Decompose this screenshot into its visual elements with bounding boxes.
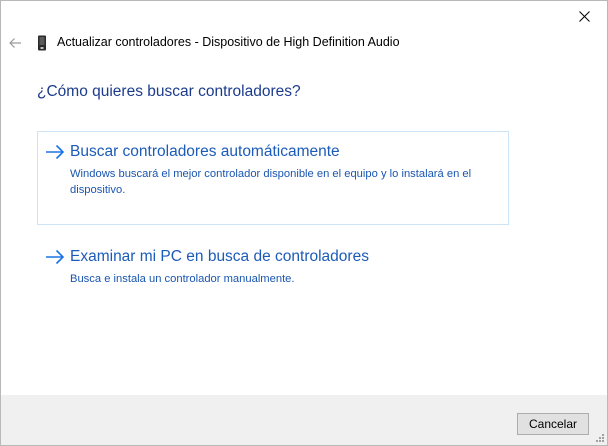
close-icon (578, 10, 590, 22)
back-button[interactable] (5, 33, 25, 53)
close-button[interactable] (561, 1, 607, 31)
cancel-button[interactable]: Cancelar (517, 413, 589, 435)
option-title: Examinar mi PC en busca de controladores (70, 248, 369, 265)
option-description: Busca e instala un controlador manualmen… (70, 273, 295, 285)
update-drivers-dialog: Actualizar controladores - Dispositivo d… (0, 0, 608, 446)
arrow-right-icon (46, 144, 65, 160)
option-browse-my-pc[interactable]: Examinar mi PC en busca de controladores… (37, 236, 509, 296)
option-title: Buscar controladores automáticamente (70, 143, 340, 160)
page-heading: ¿Cómo quieres buscar controladores? (37, 83, 301, 100)
option-search-automatically[interactable]: Buscar controladores automáticamente Win… (37, 131, 509, 225)
dialog-title: Actualizar controladores - Dispositivo d… (57, 35, 400, 49)
dialog-footer: Cancelar (1, 395, 607, 445)
arrow-right-icon (46, 249, 65, 265)
back-arrow-icon (9, 38, 21, 48)
option-description: Windows buscará el mejor controlador dis… (70, 168, 472, 196)
device-icon (38, 35, 46, 51)
resize-grip-icon[interactable] (595, 433, 605, 443)
